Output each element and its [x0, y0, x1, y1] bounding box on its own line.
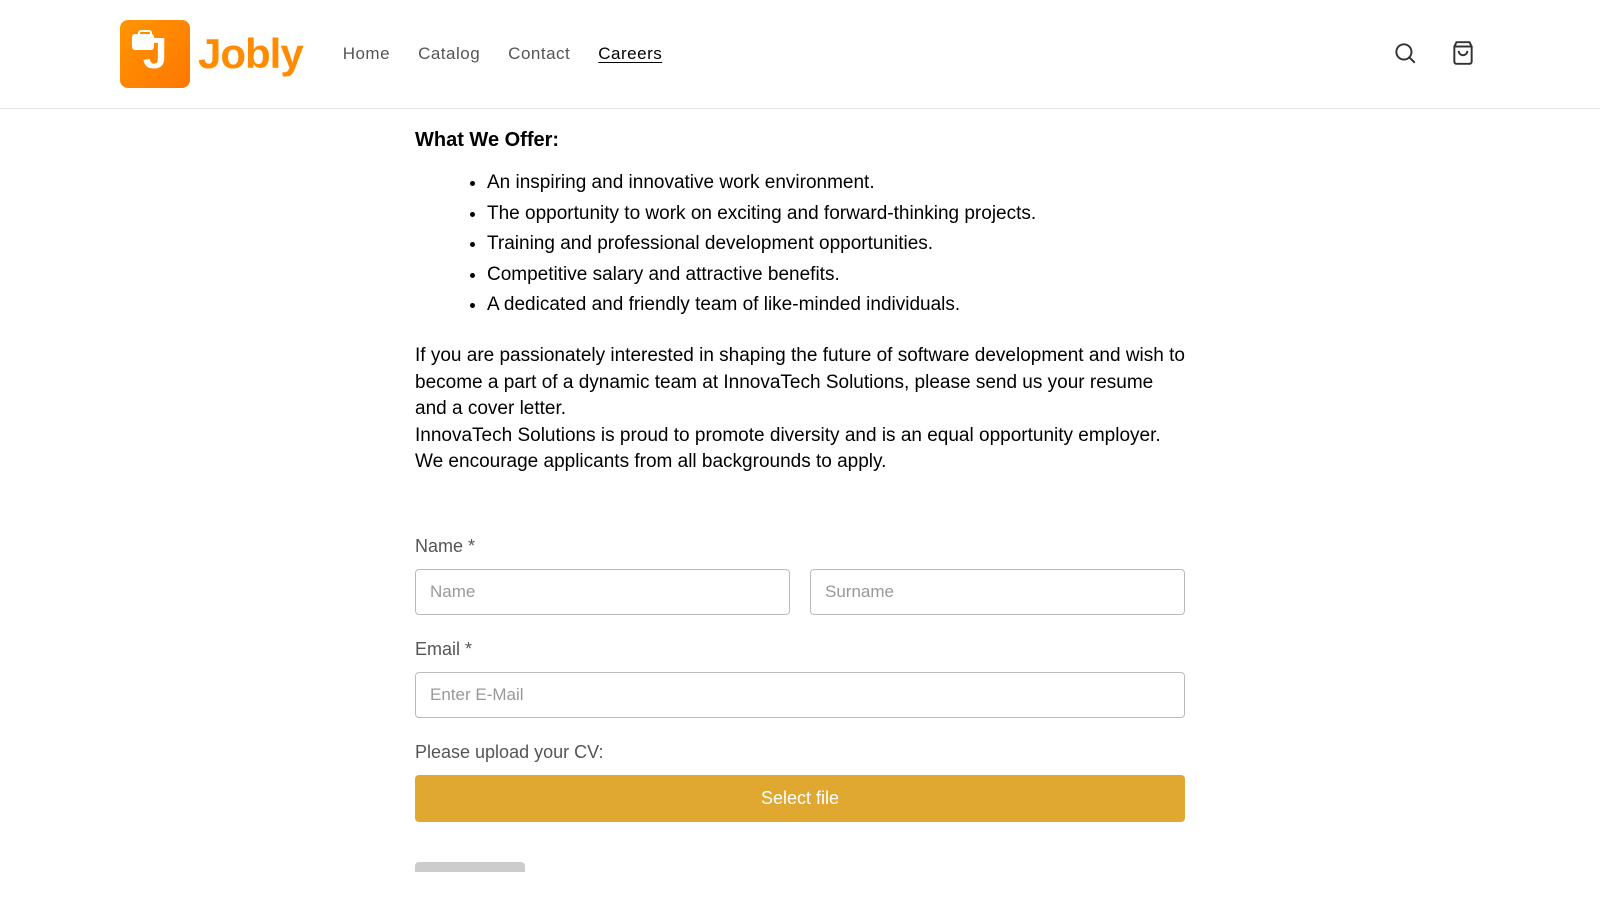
name-input[interactable] — [415, 569, 790, 615]
cart-icon — [1450, 40, 1476, 66]
application-form: Name * Email * Please upload your CV: Se… — [415, 536, 1185, 872]
name-label: Name * — [415, 536, 1185, 557]
main-nav: Home Catalog Contact Careers — [343, 44, 1388, 64]
search-button[interactable] — [1388, 36, 1422, 73]
offer-item: The opportunity to work on exciting and … — [487, 201, 1185, 228]
offer-heading: What We Offer: — [415, 129, 1185, 152]
nav-home[interactable]: Home — [343, 44, 390, 64]
offer-item: An inspiring and innovative work environ… — [487, 170, 1185, 197]
nav-catalog[interactable]: Catalog — [418, 44, 480, 64]
cart-button[interactable] — [1446, 36, 1480, 73]
offer-item: A dedicated and friendly team of like-mi… — [487, 292, 1185, 319]
select-file-button[interactable]: Select file — [415, 775, 1185, 822]
email-label: Email * — [415, 639, 1185, 660]
offer-item: Training and professional development op… — [487, 231, 1185, 258]
logo[interactable]: J Jobly — [120, 20, 303, 88]
surname-input[interactable] — [810, 569, 1185, 615]
closing-paragraph-1: If you are passionately interested in sh… — [415, 343, 1185, 423]
header: J Jobly Home Catalog Contact Careers — [0, 0, 1600, 109]
offer-item: Competitive salary and attractive benefi… — [487, 262, 1185, 289]
header-actions — [1388, 36, 1480, 73]
main-content: What We Offer: An inspiring and innovati… — [415, 109, 1185, 912]
upload-label: Please upload your CV: — [415, 742, 1185, 763]
name-row — [415, 569, 1185, 615]
briefcase-icon — [132, 34, 154, 50]
submit-button-partial[interactable] — [415, 862, 525, 872]
search-icon — [1392, 40, 1418, 66]
closing-paragraph-2: InnovaTech Solutions is proud to promote… — [415, 423, 1185, 476]
nav-contact[interactable]: Contact — [508, 44, 570, 64]
email-input[interactable] — [415, 672, 1185, 718]
nav-careers[interactable]: Careers — [598, 44, 662, 64]
offer-list: An inspiring and innovative work environ… — [415, 170, 1185, 319]
logo-icon: J — [120, 20, 190, 88]
logo-text: Jobly — [198, 30, 303, 78]
